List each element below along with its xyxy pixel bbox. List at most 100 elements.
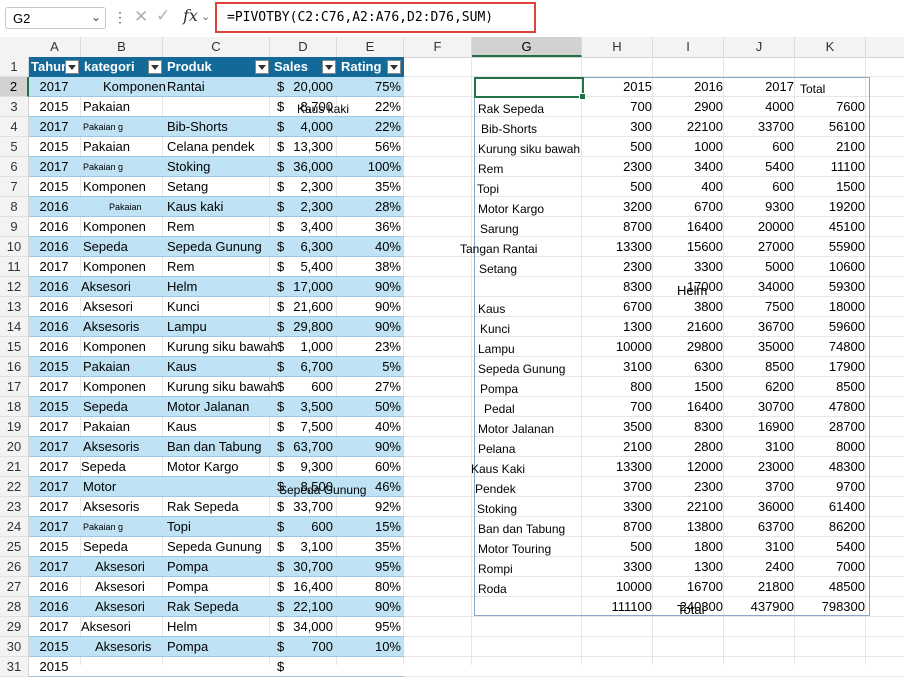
row-header-28[interactable]: 28 — [0, 597, 29, 617]
filter-dropdown-icon[interactable] — [322, 60, 336, 74]
row-header-9[interactable]: 9 — [0, 217, 29, 237]
row-header-15[interactable]: 15 — [0, 337, 29, 357]
row-header-5[interactable]: 5 — [0, 137, 29, 157]
table-row[interactable]: 2017 Pakaian g Topi $600 15% — [29, 517, 404, 537]
table-row[interactable]: 2015 Aksesoris Pompa $700 10% — [29, 637, 404, 657]
insert-function-button[interactable]: fx — [183, 6, 198, 25]
row-header-13[interactable]: 13 — [0, 297, 29, 317]
row-header-19[interactable]: 19 — [0, 417, 29, 437]
row-header-23[interactable]: 23 — [0, 497, 29, 517]
pivot-value-2017: 3700 — [765, 479, 794, 494]
table-row[interactable]: 2016 Aksesori Pompa $16,400 80% — [29, 577, 404, 597]
table-row[interactable]: 2017 Aksesori Pompa $30,700 95% — [29, 557, 404, 577]
filter-dropdown-icon[interactable] — [255, 60, 269, 74]
cell-rating: 5% — [382, 359, 401, 374]
row-header-26[interactable]: 26 — [0, 557, 29, 577]
table-row[interactable]: 2016 Aksesoris Lampu $29,800 90% — [29, 317, 404, 337]
row-header-16[interactable]: 16 — [0, 357, 29, 377]
formula-input[interactable]: =PIVOTBY(C2:C76,A2:A76,D2:D76,SUM) — [215, 2, 536, 33]
cell-category: Komponen — [83, 179, 146, 194]
column-header-c[interactable]: C — [163, 37, 270, 57]
table-row[interactable]: 2017 Sepeda Motor Kargo $9,300 60% — [29, 457, 404, 477]
row-header-30[interactable]: 30 — [0, 637, 29, 657]
table-row[interactable]: 2016 Komponen Rem $3,400 36% — [29, 217, 404, 237]
table-row[interactable]: 2015 Pakaian Kaus $6,700 5% — [29, 357, 404, 377]
table-row[interactable]: 2017 Komponen Rem $5,400 38% — [29, 257, 404, 277]
column-header-g[interactable]: G — [472, 37, 582, 57]
column-header-d[interactable]: D — [270, 37, 337, 57]
cell-currency: $ — [277, 79, 285, 94]
more-options-icon[interactable]: ⋮ — [113, 9, 127, 26]
table-row[interactable]: 2016 Aksesori Kunci $21,600 90% — [29, 297, 404, 317]
row-header-2[interactable]: 2 — [0, 77, 29, 97]
table-row[interactable]: 2016 Sepeda Sepeda Gunung $6,300 40% — [29, 237, 404, 257]
row-header-11[interactable]: 11 — [0, 257, 29, 277]
table-row[interactable]: 2016 Komponen Kurung siku bawah $1,000 23% — [29, 337, 404, 357]
row-header-4[interactable]: 4 — [0, 117, 29, 137]
cancel-icon[interactable]: ✕ — [134, 7, 148, 27]
cell-rating: 60% — [374, 459, 401, 474]
table-row[interactable]: 2017 Komponen Rantai $20,000 75% — [29, 77, 404, 97]
row-header-18[interactable]: 18 — [0, 397, 29, 417]
column-header-k[interactable]: K — [795, 37, 866, 57]
table-row[interactable]: 2017 Komponen Kurung siku bawah $600 27% — [29, 377, 404, 397]
table-row[interactable]: 2017 Pakaian Kaus $7,500 40% — [29, 417, 404, 437]
column-header-b[interactable]: B — [81, 37, 163, 57]
row-header-31[interactable]: 31 — [0, 657, 29, 677]
cell-year: 2016 — [39, 579, 69, 594]
filter-dropdown-icon[interactable] — [387, 60, 401, 74]
cell-currency: $ — [277, 599, 285, 614]
filter-dropdown-icon[interactable] — [65, 60, 79, 74]
row-header-27[interactable]: 27 — [0, 577, 29, 597]
cell-currency: $ — [277, 319, 285, 334]
row-header-22[interactable]: 22 — [0, 477, 29, 497]
table-row[interactable]: 2015 Sepeda Motor Jalanan $3,500 50% — [29, 397, 404, 417]
table-row[interactable]: 2016 Pakaian Kaus kaki $2,300 28% — [29, 197, 404, 217]
column-header-h[interactable]: H — [582, 37, 653, 57]
table-row[interactable]: 2017 Aksesori Helm $34,000 95% — [29, 617, 404, 637]
chevron-down-icon[interactable]: ⌄ — [91, 10, 101, 24]
row-header-7[interactable]: 7 — [0, 177, 29, 197]
confirm-icon[interactable]: ✓ — [156, 6, 170, 26]
name-box[interactable]: G2 ⌄ — [5, 7, 106, 29]
column-header-i[interactable]: I — [653, 37, 724, 57]
row-header-24[interactable]: 24 — [0, 517, 29, 537]
row-header-17[interactable]: 17 — [0, 377, 29, 397]
pivot-value-2016: 15600 — [686, 239, 723, 254]
row-header-14[interactable]: 14 — [0, 317, 29, 337]
row-header-29[interactable]: 29 — [0, 617, 29, 637]
table-row[interactable]: 2016 Aksesori Rak Sepeda $22,100 90% — [29, 597, 404, 617]
row-header-25[interactable]: 25 — [0, 537, 29, 557]
row-header-6[interactable]: 6 — [0, 157, 29, 177]
column-header-e[interactable]: E — [337, 37, 404, 57]
pivot-value-2017: 8500 — [765, 359, 794, 374]
cell-currency: $ — [277, 519, 285, 534]
expand-formula-chevron-icon[interactable]: ⌄ — [201, 10, 210, 23]
worksheet-grid[interactable]: 2017 Komponen Rantai $20,000 75% 2015 Pakaian $… — [29, 57, 904, 677]
filter-dropdown-icon[interactable] — [148, 60, 162, 74]
row-header-10[interactable]: 10 — [0, 237, 29, 257]
row-header-20[interactable]: 20 — [0, 437, 29, 457]
row-header-1[interactable]: 1 — [0, 57, 29, 77]
column-header-j[interactable]: J — [724, 37, 795, 57]
table-row[interactable]: 2015 Sepeda Sepeda Gunung $3,100 35% — [29, 537, 404, 557]
row-header-21[interactable]: 21 — [0, 457, 29, 477]
row-header-12[interactable]: 12 — [0, 277, 29, 297]
cell-year: 2017 — [39, 439, 69, 454]
table-row[interactable]: 2015 $ — [29, 657, 404, 677]
cell-product: Setang — [167, 179, 209, 194]
table-row[interactable]: 2017 Aksesoris Ban dan Tabung $63,700 90% — [29, 437, 404, 457]
table-row[interactable]: 2017 Pakaian g Bib-Shorts $4,000 22% — [29, 117, 404, 137]
pivot-value-2015: 8300 — [623, 279, 652, 294]
table-row[interactable]: 2016 Aksesori Helm $17,000 90% — [29, 277, 404, 297]
pivot-header-2017: 2017 — [765, 79, 794, 94]
table-row[interactable]: 2015 Pakaian Celana pendek $13,300 56% — [29, 137, 404, 157]
row-header-3[interactable]: 3 — [0, 97, 29, 117]
column-header-a[interactable]: A — [29, 37, 81, 57]
column-header-f[interactable]: F — [404, 37, 472, 57]
table-row[interactable]: 2017 Aksesoris Rak Sepeda $33,700 92% — [29, 497, 404, 517]
row-header-8[interactable]: 8 — [0, 197, 29, 217]
table-row[interactable]: 2015 Komponen Setang $2,300 35% — [29, 177, 404, 197]
active-cell-g2[interactable] — [474, 77, 586, 100]
table-row[interactable]: 2017 Pakaian g Stoking $36,000 100% — [29, 157, 404, 177]
